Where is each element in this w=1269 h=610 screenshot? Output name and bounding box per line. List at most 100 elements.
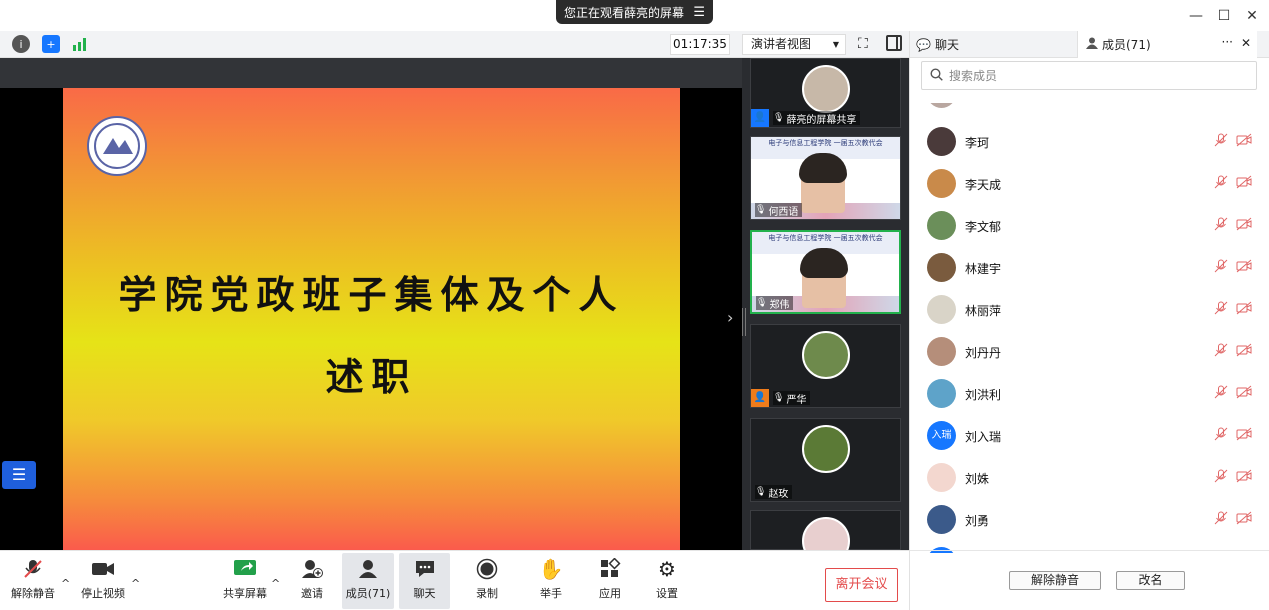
unmute-button[interactable]: 解除静音 — [8, 553, 58, 609]
participant-name-label: 薛亮的屏幕共享 — [786, 114, 857, 126]
chevron-right-icon[interactable]: › — [727, 308, 733, 327]
slide-top-bar — [0, 58, 742, 88]
participant-name-label: 赵玫 — [768, 488, 789, 500]
chevron-up-icon[interactable]: ^ — [61, 577, 70, 590]
share-banner[interactable]: 您正在观看薛亮的屏幕 ☰ — [556, 0, 713, 24]
video-off-icon[interactable] — [1236, 469, 1252, 486]
mic-muted-icon[interactable] — [1214, 217, 1228, 234]
avatar — [801, 331, 850, 379]
member-row[interactable]: 刘姝 — [910, 457, 1269, 499]
minimize-icon[interactable]: — — [1186, 6, 1206, 26]
member-row[interactable]: 李文郁 — [910, 205, 1269, 247]
participant-name-label: 何西语 — [768, 206, 799, 218]
shield-icon[interactable]: + — [42, 35, 60, 53]
list-icon[interactable]: ☰ — [2, 461, 36, 489]
info-icon[interactable]: i — [12, 35, 30, 53]
member-row[interactable]: 林丽萍 — [910, 289, 1269, 331]
side-panel-icon[interactable] — [886, 35, 902, 51]
share-screen-label: 共享屏幕 — [223, 587, 267, 600]
raise-hand-button[interactable]: ✋ 举手 — [531, 553, 571, 609]
member-name: 李天成 — [965, 178, 1002, 192]
member-row[interactable]: 李珂 — [910, 121, 1269, 163]
chevron-up-icon[interactable]: ^ — [131, 577, 140, 590]
view-mode-select[interactable]: 演讲者视图 ▼ — [742, 34, 846, 55]
member-row[interactable]: 刘丹丹 — [910, 331, 1269, 373]
avatar — [927, 379, 956, 408]
participant-tile[interactable]: 🎙 薛亮的屏幕共享 👤 — [750, 58, 901, 128]
members-button[interactable]: 成员(71) — [342, 553, 394, 609]
mic-muted-icon[interactable] — [1214, 259, 1228, 276]
video-off-icon[interactable] — [1236, 385, 1252, 402]
mic-muted-icon[interactable] — [1214, 301, 1228, 318]
menu-icon[interactable]: ☰ — [693, 5, 705, 20]
stop-video-button[interactable]: 停止视频 — [80, 553, 126, 609]
settings-button[interactable]: ⚙ 设置 — [647, 553, 687, 609]
host-badge-icon: 👤 — [751, 389, 769, 407]
drag-handle[interactable] — [742, 308, 746, 336]
member-row[interactable] — [910, 103, 1269, 115]
members-panel: 💬 聊天 成员(71) ··· ✕ 搜索成员 李珂李天成李文郁林建宇 林丽萍 刘丹丹… — [909, 31, 1269, 610]
mic-muted-icon[interactable] — [1214, 343, 1228, 360]
mic-muted-icon[interactable] — [1214, 469, 1228, 486]
signal-icon[interactable] — [71, 35, 89, 53]
tab-members[interactable]: 成员(71) ··· ✕ — [1077, 31, 1257, 58]
unmute-all-button[interactable]: 解除静音 — [1009, 571, 1101, 590]
leave-meeting-button[interactable]: 离开会议 — [825, 568, 898, 602]
chat-button[interactable]: 聊天 — [399, 553, 450, 609]
avatar — [927, 211, 956, 240]
mic-muted-icon[interactable] — [1214, 511, 1228, 528]
close-icon[interactable]: ✕ — [1242, 6, 1262, 26]
video-off-icon[interactable] — [1236, 343, 1252, 360]
member-row[interactable]: 入瑞 刘入瑞 — [910, 415, 1269, 457]
participant-tile[interactable]: 🎙 赵玫 — [750, 418, 901, 502]
share-screen-icon — [233, 553, 257, 585]
video-off-icon[interactable] — [1236, 175, 1252, 192]
mic-muted-icon[interactable] — [1214, 175, 1228, 192]
video-off-icon[interactable] — [1236, 259, 1252, 276]
participant-tile[interactable]: 电子与信息工程学院 一届五次教代会 🎙 郑伟 — [750, 230, 901, 314]
video-off-icon[interactable] — [1236, 217, 1252, 234]
mic-muted-icon[interactable] — [1214, 133, 1228, 150]
maximize-icon[interactable]: ☐ — [1214, 6, 1234, 26]
participant-name: 🎙 薛亮的屏幕共享 — [773, 111, 861, 126]
presentation-slide: 学院党政班子集体及个人 述职 — [63, 88, 680, 550]
video-off-icon[interactable] — [1236, 427, 1252, 444]
invite-button[interactable]: 邀请 — [292, 553, 332, 609]
member-name: 李珂 — [965, 136, 990, 150]
title-bar: 您正在观看薛亮的屏幕 ☰ — ☐ ✕ — [0, 0, 1269, 31]
member-row[interactable]: 李天成 — [910, 163, 1269, 205]
rename-button[interactable]: 改名 — [1116, 571, 1185, 590]
avatar — [927, 505, 956, 534]
video-off-icon[interactable] — [1236, 511, 1252, 528]
tab-chat[interactable]: 💬 聊天 — [916, 31, 1066, 58]
member-row[interactable]: 刘勇 — [910, 499, 1269, 541]
participant-tile[interactable]: 电子与信息工程学院 一届五次教代会 🎙 何西语 — [750, 136, 901, 220]
fullscreen-icon[interactable]: ⛶ — [858, 36, 868, 52]
close-icon[interactable]: ✕ — [1241, 36, 1251, 50]
avatar — [801, 425, 850, 473]
member-row[interactable]: 刘洪利 — [910, 373, 1269, 415]
mic-muted-icon[interactable] — [1214, 385, 1228, 402]
avatar — [927, 253, 956, 282]
video-off-icon[interactable] — [1236, 133, 1252, 150]
mic-icon: 🎙 — [773, 393, 785, 403]
video-off-icon[interactable] — [1236, 301, 1252, 318]
record-button[interactable]: 录制 — [467, 553, 507, 609]
apps-label: 应用 — [599, 587, 621, 600]
members-label: 成员(71) — [345, 587, 391, 600]
member-row[interactable]: 林建宇 — [910, 247, 1269, 289]
participant-tile[interactable] — [750, 510, 901, 565]
apps-button[interactable]: 应用 — [590, 553, 630, 609]
chevron-up-icon[interactable]: ^ — [271, 577, 280, 590]
more-icon[interactable]: ··· — [1222, 35, 1233, 49]
mic-muted-icon[interactable] — [1214, 427, 1228, 444]
participant-tiles: 🎙 薛亮的屏幕共享 👤 电子与信息工程学院 一届五次教代会 🎙 何西语 电子与信息工程学院 … — [742, 58, 909, 565]
settings-label: 设置 — [656, 587, 678, 600]
shared-screen: 学院党政班子集体及个人 述职 ☰ › — [0, 58, 742, 550]
participant-tile[interactable]: 🎙 严华 👤 — [750, 324, 901, 408]
member-name: 李文郁 — [965, 220, 1002, 234]
share-screen-button[interactable]: 共享屏幕 — [222, 553, 268, 609]
mic-icon: 🎙 — [773, 113, 785, 123]
search-placeholder: 搜索成员 — [949, 69, 998, 83]
search-input[interactable]: 搜索成员 — [921, 61, 1257, 90]
